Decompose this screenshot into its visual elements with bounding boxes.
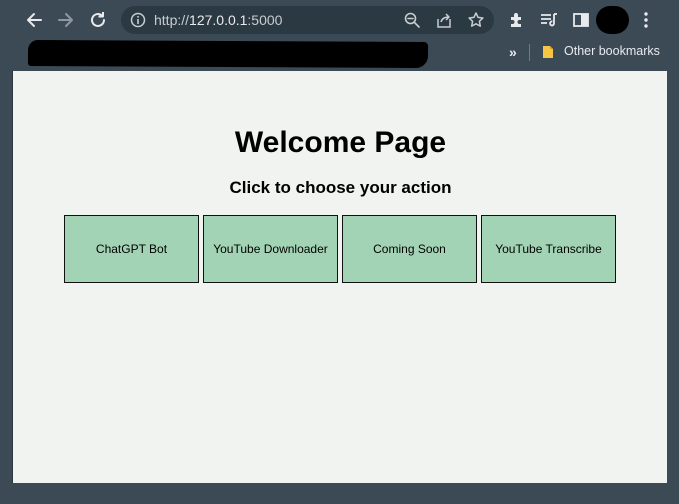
extensions-icon[interactable] [507,10,527,30]
profile-avatar[interactable] [596,6,629,34]
browser-toolbar: http://127.0.0.1:5000 [0,0,679,40]
zoom-icon[interactable] [403,11,421,29]
arrow-left-icon [27,13,42,27]
arrow-right-icon [58,13,73,27]
forward-button[interactable] [53,7,79,33]
star-icon[interactable] [467,11,485,29]
other-bookmarks-button[interactable]: Other bookmarks [564,44,660,58]
more-menu-icon[interactable] [636,10,656,30]
coming-soon-button[interactable]: Coming Soon [342,215,477,283]
back-button[interactable] [21,7,47,33]
page-title: Welcome Page [234,126,447,159]
page-subtitle: Click to choose your action [229,178,452,197]
youtube-downloader-button[interactable]: YouTube Downloader [203,215,338,283]
info-icon[interactable] [129,11,147,29]
url-text[interactable]: http://127.0.0.1:5000 [154,12,282,28]
media-controls-icon[interactable] [539,10,559,30]
redacted-bookmarks [27,39,429,69]
chatgpt-bot-button[interactable]: ChatGPT Bot [64,215,199,283]
side-panel-icon[interactable] [571,10,591,30]
bookmarks-divider [529,44,530,61]
url-scheme: http:// [154,12,190,28]
reload-icon [91,12,105,27]
bookmarks-overflow-button[interactable]: » [509,44,517,60]
url-port: :5000 [247,12,283,28]
address-bar[interactable]: http://127.0.0.1:5000 [121,6,494,34]
url-host: 127.0.0.1 [189,12,248,28]
action-buttons: ChatGPT Bot YouTube Downloader Coming So… [64,215,616,283]
youtube-transcribe-button[interactable]: YouTube Transcribe [481,215,616,283]
page-viewport: Welcome Page Click to choose your action… [12,71,667,483]
folder-icon [543,46,553,58]
share-icon[interactable] [435,11,453,29]
reload-button[interactable] [85,7,111,33]
